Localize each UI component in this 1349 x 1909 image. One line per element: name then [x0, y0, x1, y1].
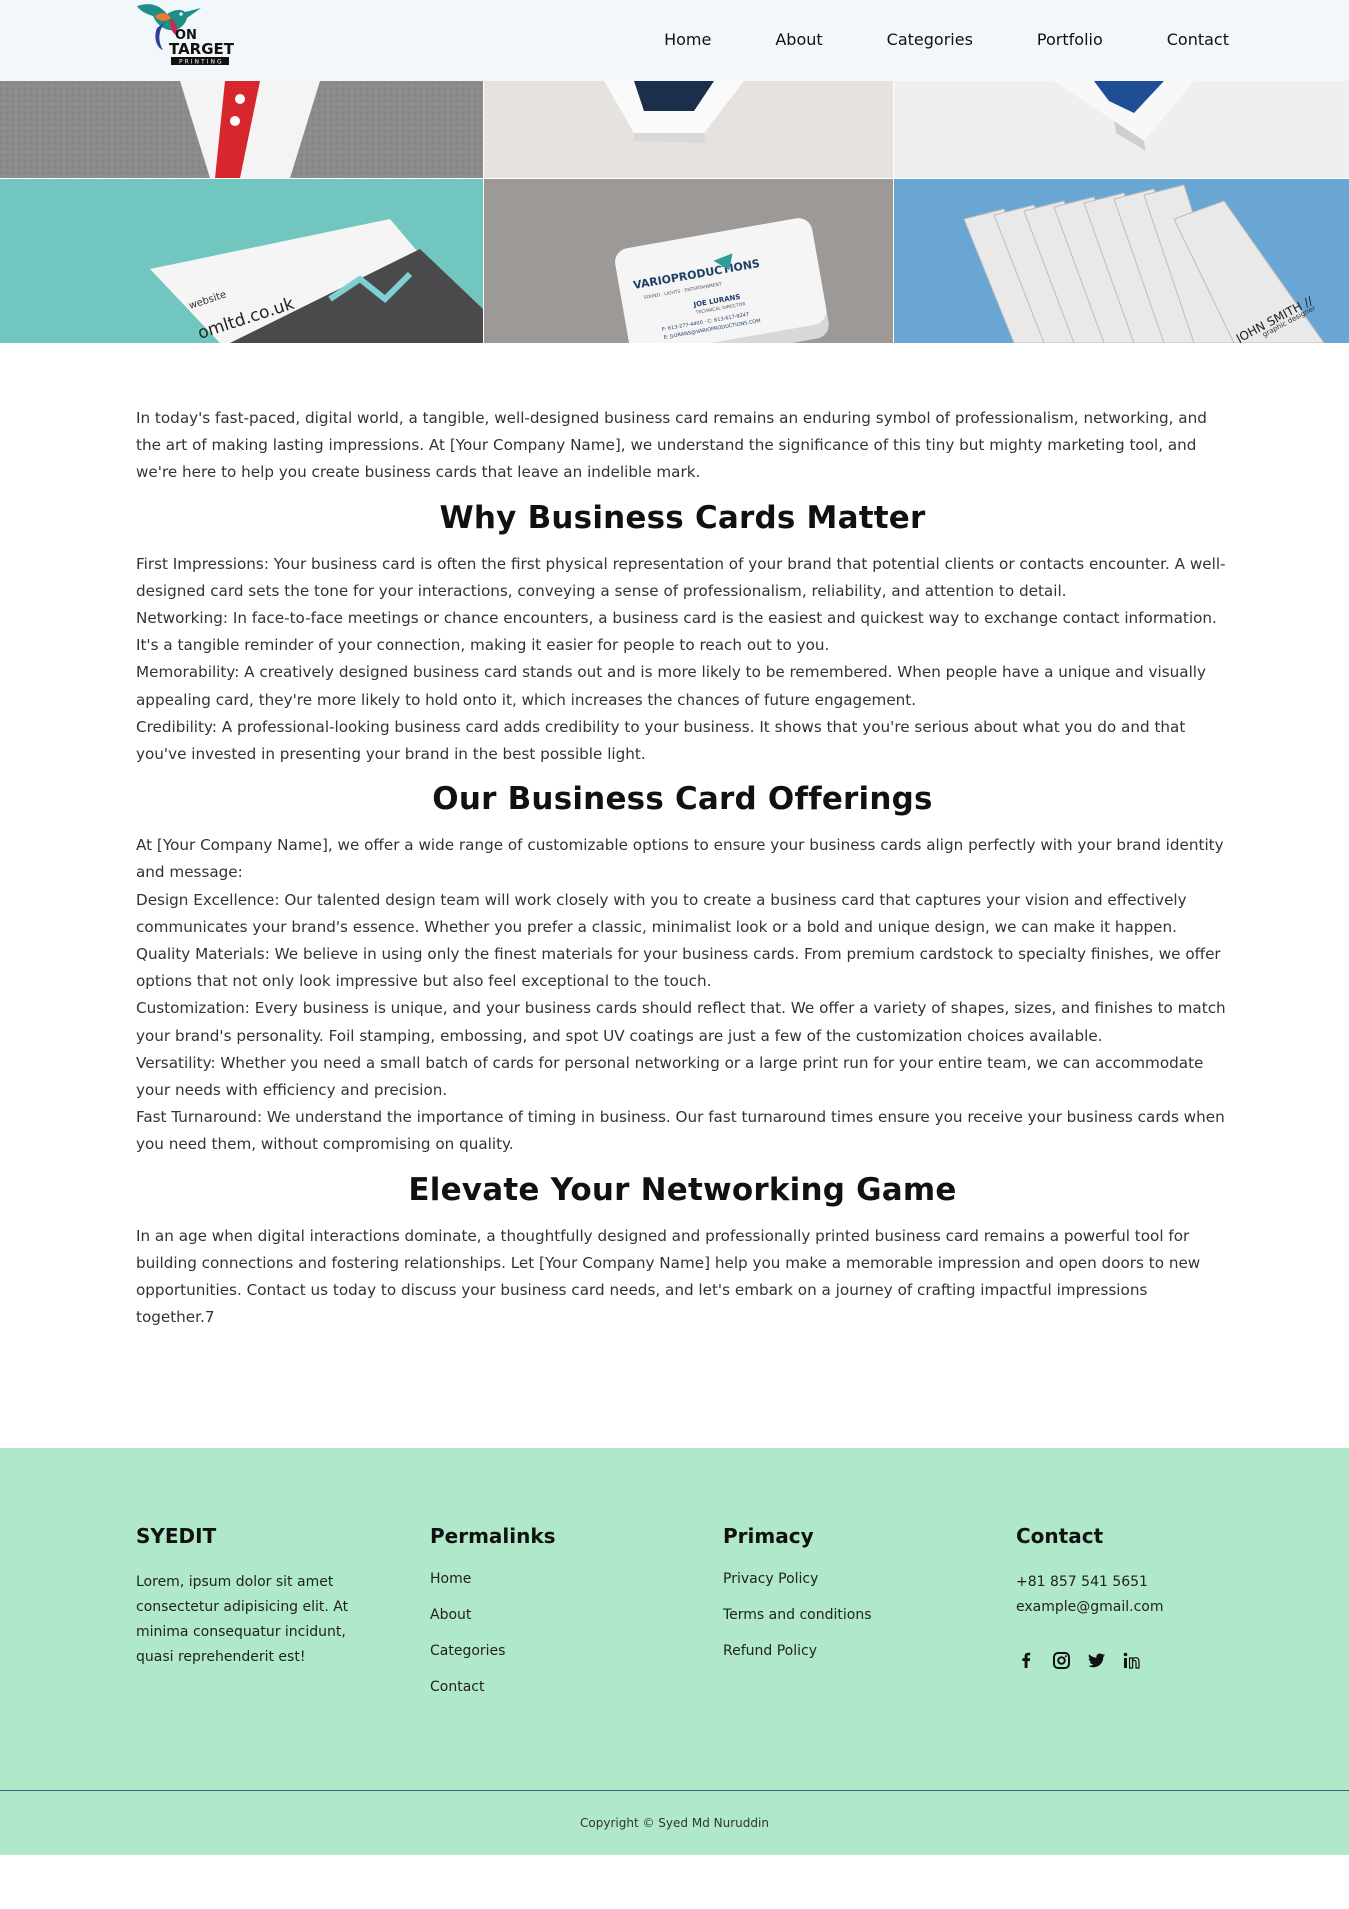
nav-link-about[interactable]: About: [775, 30, 822, 49]
hero-image-fanned-cards: JOHN SMITH // graphic designer: [894, 179, 1349, 343]
hero-image-vario-card: VARIOPRODUCTIONS SOUND · LIGHTS · ENTERT…: [484, 179, 893, 343]
offering-versatility: Versatility: Whether you need a small ba…: [136, 1053, 1204, 1100]
hero-image-beige-card: [484, 81, 893, 178]
intro-paragraph: In today's fast-paced, digital world, a …: [136, 409, 1207, 482]
footer-email[interactable]: example@gmail.com: [1016, 1595, 1164, 1620]
facebook-icon[interactable]: [1016, 1650, 1036, 1670]
section-title-offerings: Our Business Card Offerings: [432, 781, 933, 818]
hummingbird-logo-icon: ON TARGET PRINTING: [137, 4, 235, 66]
nav-menu: Home About Categories Portfolio Contact: [600, 0, 1229, 78]
footer-link-terms[interactable]: Terms and conditions: [723, 1606, 872, 1624]
footer: SYEDIT Lorem, ipsum dolor sit amet conse…: [0, 1448, 1349, 1855]
hero-image-teal-cards: website omltd.co.uk: [0, 179, 483, 343]
why-item-credibility: Credibility: A professional-looking busi…: [136, 717, 1186, 764]
elevate-paragraph: In an age when digital interactions domi…: [136, 1226, 1201, 1327]
footer-permalinks-column: Permalinks Home About Categories Contact: [430, 1524, 556, 1714]
nav-link-categories[interactable]: Categories: [887, 30, 973, 49]
hero-image-grid: website omltd.co.uk VARIOPRODUCTIONS SOU…: [0, 81, 1349, 343]
footer-primacy-column: Primacy Privacy Policy Terms and conditi…: [723, 1524, 872, 1678]
footer-permalinks-list: Home About Categories Contact: [430, 1570, 556, 1696]
navbar: ON TARGET PRINTING Home About Categories…: [0, 0, 1349, 81]
footer-link-home[interactable]: Home: [430, 1570, 556, 1588]
offering-customization: Customization: Every business is unique,…: [136, 999, 1226, 1045]
logo-text-printing: PRINTING: [179, 59, 224, 66]
footer-primacy-list: Privacy Policy Terms and conditions Refu…: [723, 1570, 872, 1660]
white-card-image: [1054, 81, 1194, 151]
brand-logo[interactable]: ON TARGET PRINTING: [135, 0, 260, 72]
offering-fast-turnaround: Fast Turnaround: We understand the impor…: [136, 1108, 1225, 1154]
footer-brand-column: SYEDIT Lorem, ipsum dolor sit amet conse…: [136, 1524, 351, 1670]
gray-card-image: [0, 81, 483, 178]
footer-primacy-title: Primacy: [723, 1524, 814, 1548]
offerings-intro: At [Your Company Name], we offer a wide …: [136, 836, 1224, 882]
footer-copyright: Copyright © Syed Md Nuruddin: [580, 1816, 769, 1830]
section-title-why: Why Business Cards Matter: [439, 499, 926, 536]
footer-contact-title: Contact: [1016, 1524, 1104, 1548]
nav-link-home[interactable]: Home: [664, 30, 711, 49]
nav-link-portfolio[interactable]: Portfolio: [1037, 30, 1103, 49]
main-content: In today's fast-paced, digital world, a …: [136, 405, 1229, 1331]
offering-design-excellence: Design Excellence: Our talented design t…: [136, 890, 1187, 936]
instagram-icon[interactable]: [1051, 1650, 1071, 1670]
teal-cards-image: website omltd.co.uk: [150, 219, 483, 343]
nav-link-contact[interactable]: Contact: [1167, 30, 1229, 49]
footer-brand-description: Lorem, ipsum dolor sit amet consectetur …: [136, 1574, 349, 1665]
why-item-memorability: Memorability: A creatively designed busi…: [136, 663, 1207, 709]
logo-text-target: TARGET: [169, 40, 235, 58]
why-item-first-impressions: First Impressions: Your business card is…: [136, 554, 1226, 600]
twitter-icon[interactable]: [1086, 1650, 1106, 1670]
footer-link-contact[interactable]: Contact: [430, 1678, 556, 1696]
footer-link-categories[interactable]: Categories: [430, 1642, 556, 1660]
footer-brand-title: SYEDIT: [136, 1524, 217, 1548]
footer-social-links: [1016, 1650, 1164, 1670]
fanned-cards-image: JOHN SMITH // graphic designer: [963, 184, 1325, 343]
footer-divider: [0, 1790, 1349, 1791]
linkedin-icon[interactable]: [1121, 1650, 1141, 1670]
footer-permalinks-title: Permalinks: [430, 1524, 556, 1548]
hero-image-white-card: [894, 81, 1349, 178]
footer-link-privacy-policy[interactable]: Privacy Policy: [723, 1570, 872, 1588]
offering-quality-materials: Quality Materials: We believe in using o…: [136, 945, 1221, 991]
footer-link-refund-policy[interactable]: Refund Policy: [723, 1642, 872, 1660]
beige-card-image: [604, 81, 744, 143]
vario-card-image: VARIOPRODUCTIONS SOUND · LIGHTS · ENTERT…: [615, 218, 829, 343]
footer-link-about[interactable]: About: [430, 1606, 556, 1624]
footer-contact-column: Contact +81 857 541 5651 example@gmail.c…: [1016, 1524, 1164, 1670]
hero-image-gray-card: [0, 81, 483, 178]
section-title-elevate: Elevate Your Networking Game: [408, 1171, 957, 1208]
footer-phone[interactable]: +81 857 541 5651: [1016, 1570, 1164, 1595]
why-item-networking: Networking: In face-to-face meetings or …: [136, 609, 1217, 655]
